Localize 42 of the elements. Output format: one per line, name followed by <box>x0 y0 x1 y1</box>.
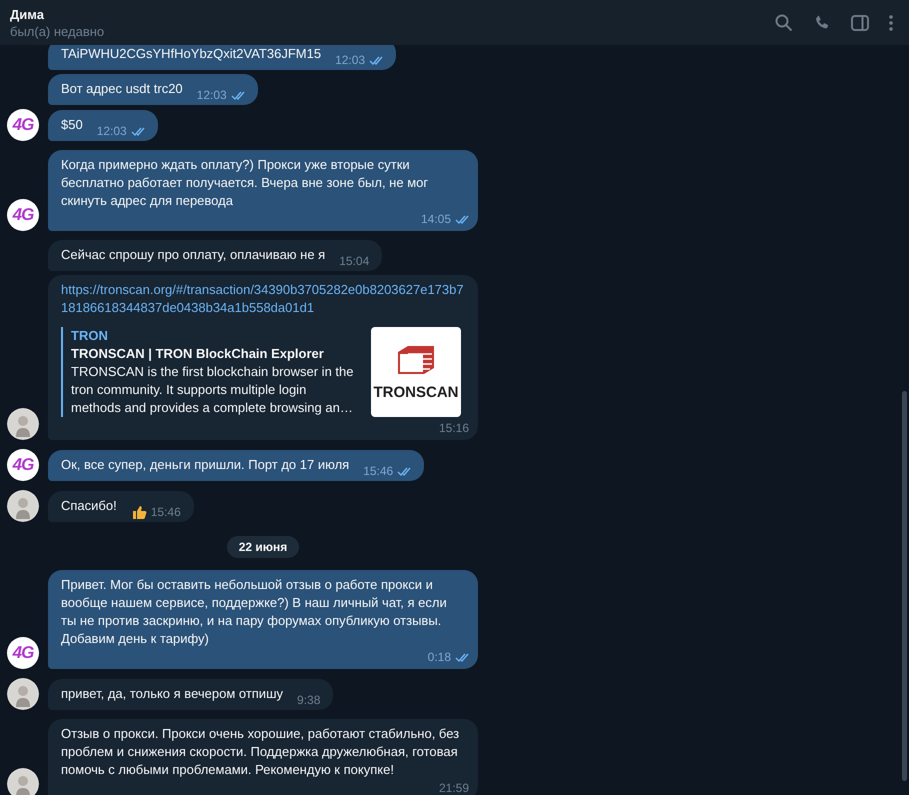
message-time: 9:38 <box>297 692 320 709</box>
message-text: Сейчас спрошу про оплату, оплачиваю не я <box>61 247 326 262</box>
search-icon[interactable] <box>775 14 793 32</box>
message-text: $50 <box>61 117 83 132</box>
date-separator: 22 июня <box>226 536 300 558</box>
avatar <box>7 490 39 522</box>
message-text: Вот адрес usdt trc20 <box>61 81 183 96</box>
message-time: 21:59 <box>438 780 469 795</box>
message-time: 15:46 <box>363 463 394 480</box>
preview-title: TRONSCAN | TRON BlockChain Explorer <box>71 345 325 363</box>
message-text: Ок, все супер, деньги пришли. Порт до 17 июля <box>61 457 350 472</box>
avatar: 4G <box>7 199 39 231</box>
preview-site: TRON <box>71 327 109 345</box>
avatar: 4G <box>7 449 39 481</box>
message-text: Отзыв о прокси. Прокси очень хорошие, работают стабильно, без проблем и снижения скорости. Поддержка дружелюбная, готовая помочь с любыми проблемами. Рекомендую к покупке! <box>61 725 460 779</box>
message-time: 15:16 <box>438 420 469 437</box>
avatar: 4G <box>7 109 39 141</box>
avatar: 4G <box>7 637 39 669</box>
message-time: 0:18 <box>428 649 451 666</box>
message-time: 14:05 <box>420 211 451 228</box>
link[interactable]: https://tronscan.org/#/transaction/34390b3705282e0b8203627e173b718186618344837de0438b34a1b558da01d1 <box>61 281 465 317</box>
message-text: Когда примерно ждать оплату?) Прокси уже вторые сутки бесплатно работает получается. Вчера вне зоне был, не мог скинуть адрес для перевода <box>61 156 430 210</box>
logo-text: TRONSCAN <box>374 384 458 402</box>
avatar <box>7 678 39 710</box>
sidebar-toggle-icon[interactable] <box>851 14 869 30</box>
contact-name: Дима <box>10 6 45 22</box>
message-text: TAiPWHU2CGsYHfHoYbzQxit2VAT36JFM15 <box>61 46 322 61</box>
message-time: 12:03 <box>96 123 127 140</box>
message-time: 15:46 <box>150 504 181 521</box>
phone-icon[interactable] <box>813 14 831 32</box>
avatar <box>7 768 39 795</box>
contact-status: был(а) недавно <box>10 24 104 38</box>
message-time: 15:04 <box>339 253 370 270</box>
message-time: 12:03 <box>196 87 227 104</box>
message-text: Привет. Мог бы оставить небольшой отзыв о работе прокси и вообще нашем сервисе, поддержке?) В наш личный чат, я если ты не против заскриню, и на пару форумах опубликую отзывы. Добавим день к тарифу) <box>61 576 448 648</box>
more-icon[interactable] <box>889 14 893 30</box>
avatar <box>7 408 39 440</box>
message-time: 12:03 <box>335 52 366 69</box>
message-text: Спасибо! <box>61 498 117 513</box>
scrollbar[interactable] <box>902 391 907 781</box>
preview-description: TRONSCAN is the first blockchain browser in the tron community. It supports multiple login methods and provides a complete browsing an… <box>71 363 354 417</box>
message-text: привет, да, только я вечером отпишу <box>61 686 284 701</box>
